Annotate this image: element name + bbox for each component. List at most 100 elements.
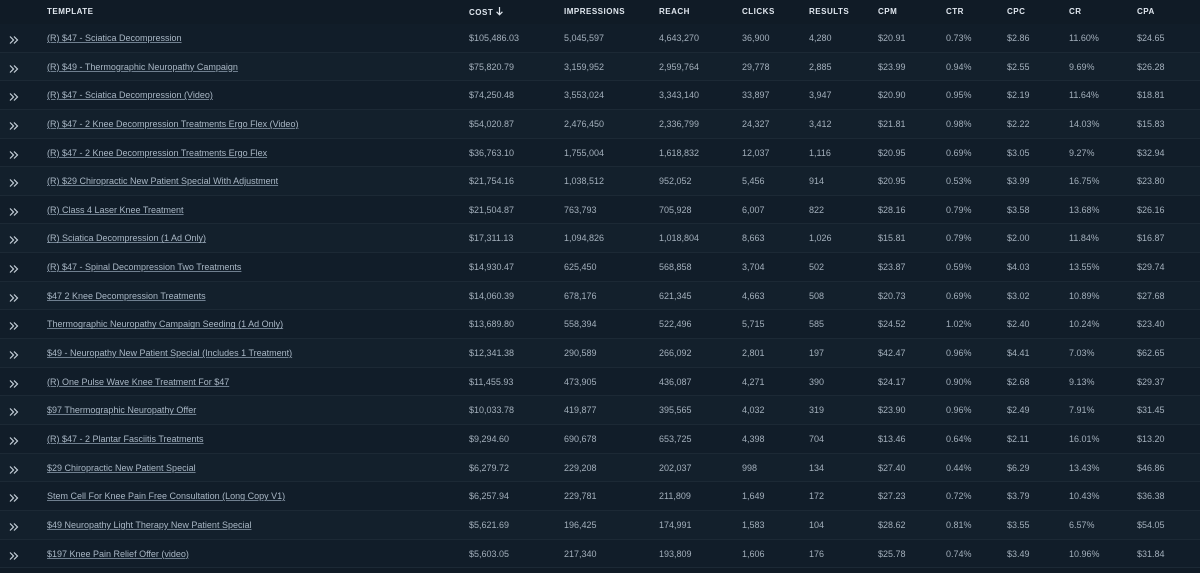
cost-cell: $74,250.48 bbox=[469, 90, 515, 101]
column-header-cpc[interactable]: CPC bbox=[1007, 7, 1025, 16]
cpa-cell: $54.05 bbox=[1137, 519, 1165, 530]
cr-cell: 10.43% bbox=[1069, 491, 1100, 502]
cpa-cell: $24.65 bbox=[1137, 33, 1165, 43]
reach-cell: 952,052 bbox=[659, 176, 692, 187]
double-chevron-right-icon[interactable] bbox=[8, 204, 20, 216]
template-name-link[interactable]: (R) $29 Chiropractic New Patient Special… bbox=[47, 176, 278, 186]
cpc-cell: $6.29 bbox=[1007, 462, 1030, 473]
results-cell: 197 bbox=[809, 348, 825, 359]
ctr-cell: 1.02% bbox=[946, 319, 972, 330]
cr-cell: 11.60% bbox=[1069, 33, 1099, 43]
results-cell: 104 bbox=[809, 519, 825, 530]
double-chevron-right-icon[interactable] bbox=[8, 261, 20, 274]
column-header-clicks[interactable]: CLICKS bbox=[742, 7, 775, 16]
ctr-cell: 0.69% bbox=[946, 147, 972, 158]
ctr-cell: 0.79% bbox=[946, 204, 972, 215]
ctr-cell: 0.59% bbox=[946, 262, 972, 273]
double-chevron-right-icon[interactable] bbox=[8, 519, 20, 531]
clicks-cell: 1,583 bbox=[742, 519, 765, 530]
template-name-link[interactable]: $197 Knee Pain Relief Offer (video) bbox=[47, 549, 189, 559]
cpa-cell: $23.40 bbox=[1137, 319, 1165, 330]
cost-cell: $54,020.87 bbox=[469, 118, 515, 129]
results-cell: 1,026 bbox=[809, 233, 832, 244]
template-name-link[interactable]: $29 Chiropractic New Patient Special bbox=[47, 463, 196, 473]
cpa-cell: $32.94 bbox=[1137, 147, 1165, 158]
results-cell: 585 bbox=[809, 319, 825, 330]
results-cell: 2,885 bbox=[809, 61, 832, 72]
clicks-cell: 4,271 bbox=[742, 376, 765, 387]
double-chevron-right-icon[interactable] bbox=[8, 490, 20, 503]
template-name-link[interactable]: (R) $47 - 2 Plantar Fasciitis Treatments bbox=[47, 434, 204, 444]
template-name-link[interactable]: Stem Cell For Knee Pain Free Consultatio… bbox=[47, 491, 285, 501]
double-chevron-right-icon[interactable] bbox=[8, 32, 20, 44]
double-chevron-right-icon[interactable] bbox=[8, 232, 20, 245]
clicks-cell: 998 bbox=[742, 462, 758, 473]
template-name-link[interactable]: (R) $47 - 2 Knee Decompression Treatment… bbox=[47, 119, 298, 129]
double-chevron-right-icon[interactable] bbox=[8, 175, 20, 188]
column-header-cost[interactable]: COST bbox=[469, 7, 504, 17]
impressions-cell: 678,176 bbox=[564, 290, 597, 301]
template-name-link[interactable]: (R) Class 4 Laser Knee Treatment bbox=[47, 205, 184, 215]
double-chevron-right-icon[interactable] bbox=[8, 118, 20, 130]
clicks-cell: 12,037 bbox=[742, 147, 770, 158]
template-name-link[interactable]: $49 - Neuropathy New Patient Special (In… bbox=[47, 348, 292, 358]
results-cell: 134 bbox=[809, 462, 825, 473]
template-name-link[interactable]: $47 2 Knee Decompression Treatments bbox=[47, 291, 206, 301]
template-name-link[interactable]: (R) $47 - Spinal Decompression Two Treat… bbox=[47, 262, 241, 272]
column-header-results[interactable]: RESULTS bbox=[809, 7, 849, 16]
column-header-reach[interactable]: REACH bbox=[659, 7, 690, 16]
template-name-link[interactable]: (R) $47 - Sciatica Decompression (Video) bbox=[47, 90, 213, 100]
clicks-cell: 1,649 bbox=[742, 491, 765, 502]
ctr-cell: 0.98% bbox=[946, 118, 972, 129]
arrow-down-icon bbox=[496, 7, 504, 16]
cost-cell: $105,486.03 bbox=[469, 33, 520, 43]
impressions-cell: 625,450 bbox=[564, 262, 597, 273]
cr-cell: 9.69% bbox=[1069, 61, 1095, 72]
double-chevron-right-icon[interactable] bbox=[8, 347, 20, 359]
table-row: (R) $47 - Sciatica Decompression (Video)… bbox=[0, 81, 1200, 110]
double-chevron-right-icon[interactable] bbox=[8, 462, 20, 474]
results-cell: 172 bbox=[809, 491, 825, 502]
double-chevron-right-icon[interactable] bbox=[8, 290, 20, 302]
cpc-cell: $3.02 bbox=[1007, 290, 1030, 301]
impressions-cell: 1,094,826 bbox=[564, 233, 605, 244]
double-chevron-right-icon[interactable] bbox=[8, 147, 20, 159]
cpa-cell: $13.20 bbox=[1137, 433, 1165, 444]
template-name-link[interactable]: (R) One Pulse Wave Knee Treatment For $4… bbox=[47, 377, 229, 387]
template-name-link[interactable]: (R) $47 - 2 Knee Decompression Treatment… bbox=[47, 148, 267, 158]
double-chevron-right-icon[interactable] bbox=[8, 318, 20, 331]
table-row: (R) $47 - Spinal Decompression Two Treat… bbox=[0, 253, 1200, 282]
impressions-cell: 3,159,952 bbox=[564, 61, 605, 72]
cr-cell: 10.89% bbox=[1069, 290, 1100, 301]
table-row: (R) $47 - 2 Knee Decompression Treatment… bbox=[0, 138, 1200, 168]
impressions-cell: 229,781 bbox=[564, 491, 597, 502]
impressions-cell: 1,755,004 bbox=[564, 147, 605, 158]
double-chevron-right-icon[interactable] bbox=[8, 89, 20, 102]
cpa-cell: $62.65 bbox=[1137, 348, 1165, 359]
column-header-cpa[interactable]: CPA bbox=[1137, 7, 1155, 16]
column-header-ctr[interactable]: CTR bbox=[946, 7, 964, 16]
template-name-link[interactable]: $49 Neuropathy Light Therapy New Patient… bbox=[47, 520, 251, 530]
template-name-link[interactable]: (R) Sciatica Decompression (1 Ad Only) bbox=[47, 233, 206, 243]
template-name-link[interactable]: $97 Thermographic Neuropathy Offer bbox=[47, 405, 196, 415]
double-chevron-right-icon[interactable] bbox=[8, 433, 20, 445]
double-chevron-right-icon[interactable] bbox=[8, 376, 20, 388]
template-name-link[interactable]: (R) $49 - Thermographic Neuropathy Campa… bbox=[47, 62, 238, 72]
template-name-link[interactable]: Thermographic Neuropathy Campaign Seedin… bbox=[47, 319, 283, 329]
column-header-cr[interactable]: CR bbox=[1069, 7, 1082, 16]
table-row: (R) One Pulse Wave Knee Treatment For $4… bbox=[0, 367, 1200, 397]
clicks-cell: 36,900 bbox=[742, 33, 770, 43]
table-row: Stem Cell For Knee Pain Free Consultatio… bbox=[0, 482, 1200, 511]
column-header-cost-label: COST bbox=[469, 8, 494, 17]
double-chevron-right-icon[interactable] bbox=[8, 61, 20, 73]
cost-cell: $13,689.80 bbox=[469, 319, 515, 330]
cr-cell: 9.13% bbox=[1069, 376, 1095, 387]
column-header-impressions[interactable]: IMPRESSIONS bbox=[564, 7, 625, 16]
ctr-cell: 0.90% bbox=[946, 376, 972, 387]
column-header-cpm[interactable]: CPM bbox=[878, 7, 897, 16]
template-name-link[interactable]: (R) $47 - Sciatica Decompression bbox=[47, 33, 182, 43]
double-chevron-right-icon[interactable] bbox=[8, 404, 20, 417]
double-chevron-right-icon[interactable] bbox=[8, 548, 20, 560]
column-header-template[interactable]: TEMPLATE bbox=[47, 7, 94, 16]
cpc-cell: $4.03 bbox=[1007, 262, 1030, 273]
